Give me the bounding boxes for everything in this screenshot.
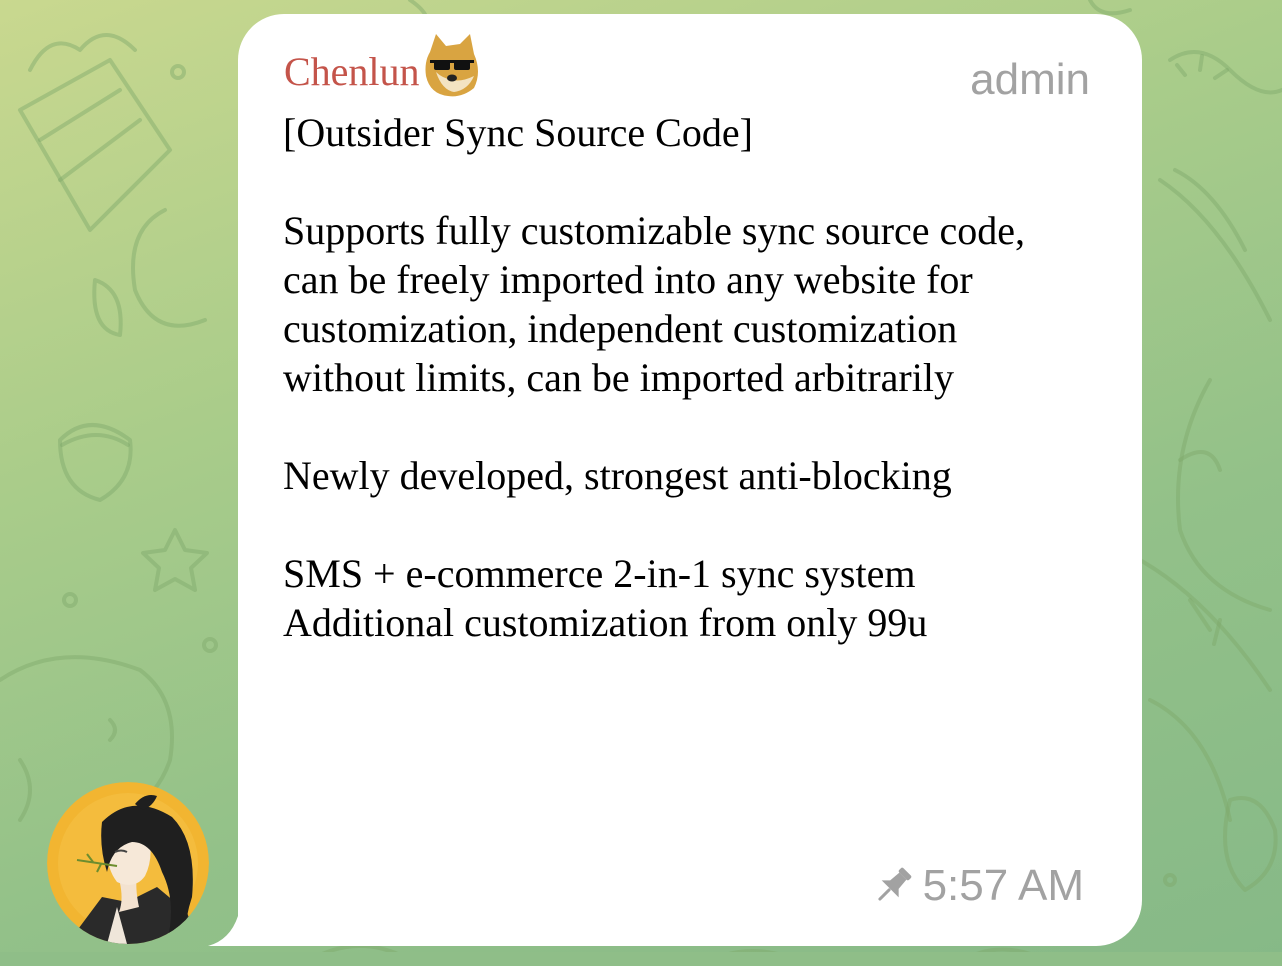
- avatar-illustration-icon: [47, 782, 209, 944]
- message-line: without limits, can be imported arbitrar…: [283, 355, 954, 400]
- message-line: Newly developed, strongest anti-blocking: [283, 453, 952, 498]
- sender-header: Chenlun: [284, 28, 482, 98]
- doge-sunglasses-icon: [425, 34, 478, 97]
- sender-name[interactable]: Chenlun: [284, 52, 420, 98]
- message-line: SMS + e-commerce 2-in-1 sync system: [283, 551, 916, 596]
- pin-icon: [877, 867, 911, 901]
- admin-role-label: admin: [970, 55, 1090, 104]
- message-text: [Outsider Sync Source Code] Supports ful…: [283, 108, 1133, 647]
- message-paragraph: [Outsider Sync Source Code]: [283, 108, 1133, 157]
- message-time: 5:57 AM: [922, 861, 1084, 910]
- message-line: [Outsider Sync Source Code]: [283, 110, 753, 155]
- message-paragraph: SMS + e-commerce 2-in-1 sync system Addi…: [283, 549, 1133, 647]
- message-line: Additional customization from only 99u: [283, 600, 928, 645]
- message-line: can be freely imported into any website …: [283, 257, 973, 302]
- message-paragraph: Supports fully customizable sync source …: [283, 206, 1133, 402]
- bottom-edge: [0, 952, 1282, 966]
- message-paragraph: Newly developed, strongest anti-blocking: [283, 451, 1133, 500]
- avatar[interactable]: [47, 782, 209, 944]
- message-line: Supports fully customizable sync source …: [283, 208, 1026, 253]
- message-meta: 5:57 AM: [869, 862, 1084, 910]
- message-line: customization, independent customization: [283, 306, 958, 351]
